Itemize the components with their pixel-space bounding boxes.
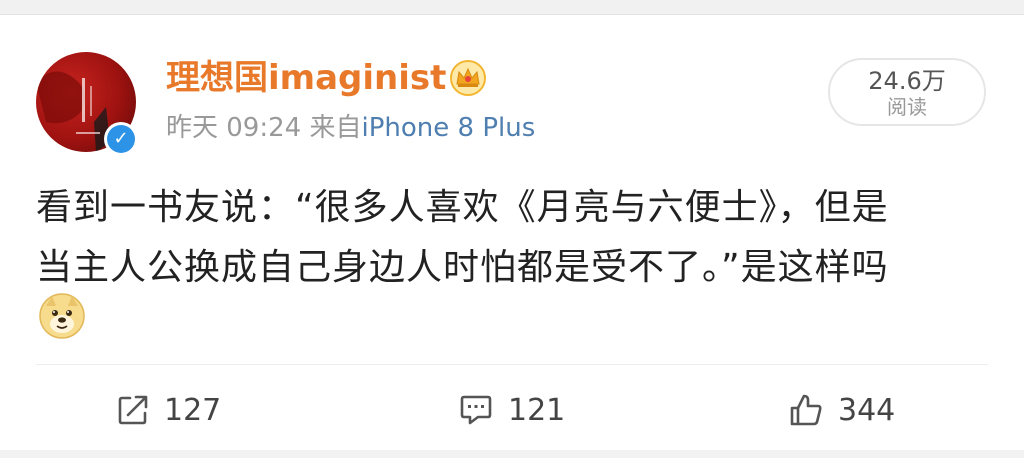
views-badge: 24.6万 阅读	[828, 58, 986, 126]
source-prefix: 来自	[309, 113, 362, 143]
comment-count: 121	[508, 392, 566, 428]
repost-count: 127	[164, 392, 222, 428]
post-body: 看到一书友说：“很多人喜欢《月亮与六便士》，但是 当主人公换成自己身边人时怕都是…	[36, 178, 986, 298]
bottom-separator	[0, 450, 1024, 458]
views-count: 24.6万	[868, 67, 946, 95]
comment-icon	[460, 395, 492, 425]
repost-icon	[118, 395, 148, 425]
verified-badge-icon: ✓	[104, 122, 138, 156]
post-time: 昨天 09:24	[166, 113, 302, 143]
post-text-line: 看到一书友说：“很多人喜欢《月亮与六便士》，但是	[36, 187, 889, 228]
source-device-link[interactable]: iPhone 8 Plus	[361, 113, 535, 143]
username-link[interactable]: 理想国imaginist	[166, 56, 446, 100]
doge-icon	[39, 293, 85, 339]
like-button[interactable]: 344	[788, 388, 895, 432]
action-divider	[36, 364, 988, 365]
post-meta: 昨天 09:24 来自iPhone 8 Plus	[166, 110, 535, 146]
like-count: 344	[838, 392, 896, 428]
top-separator	[0, 0, 1024, 15]
post-text-line: 当主人公换成自己身边人时怕都是受不了。”是这样吗	[36, 247, 889, 288]
views-label: 阅读	[887, 95, 927, 119]
thumbs-up-icon	[790, 394, 822, 426]
vip-crown-icon[interactable]	[450, 60, 486, 96]
repost-button[interactable]: 127	[116, 388, 221, 432]
comment-button[interactable]: 121	[458, 388, 565, 432]
